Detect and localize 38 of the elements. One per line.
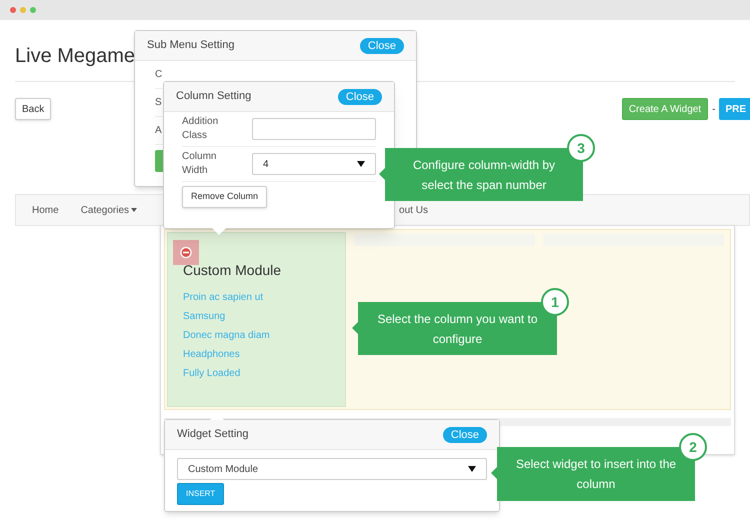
field-label: Addition Class [182,115,220,143]
widget-select[interactable]: Custom Module [177,458,487,480]
callout-text: Configure column-width by select the span number [412,156,556,194]
empty-column[interactable] [354,234,535,246]
popup-title: Widget Setting [177,427,249,442]
module-link[interactable]: Donec magna diam [183,330,270,341]
close-button[interactable]: Close [442,426,487,442]
module-link[interactable]: Fully Loaded [183,368,240,379]
remove-column-button[interactable]: Remove Column [182,186,268,208]
popup-title: Sub Menu Setting [147,38,234,54]
field-label: S [155,96,162,110]
module-link[interactable]: Samsung [183,311,226,322]
close-button[interactable]: Close [360,38,404,54]
module-link[interactable]: Proin ac sapien ut [183,292,264,303]
insert-button[interactable]: INSERT [177,483,224,505]
field-label: Column Width [182,150,218,178]
nav-item[interactable]: Home [32,202,59,218]
close-button[interactable]: Close [338,88,382,104]
selected-column[interactable]: Custom Module Proin ac sapien ut Samsung Donec magna diam Headphones Fully Loaded [167,232,346,407]
callout-text: Select widget to insert into the column [514,456,678,493]
caret-icon [357,161,365,167]
create-widget-button[interactable]: Create A Widget [622,98,708,120]
caret-icon [468,466,476,472]
column-width-select[interactable]: 4 [252,153,376,175]
nav-item[interactable]: out Us [399,202,428,218]
callout-text: Select the column you want to configure [376,310,539,348]
field-label: A [155,124,162,138]
preview-button[interactable]: PRE [719,98,750,120]
field-label: C [155,68,162,82]
step-number: 3 [567,134,595,162]
module-link[interactable]: Headphones [183,349,240,360]
popup-title: Column Setting [176,89,252,104]
module-title: Custom Module [183,261,282,280]
nav-item[interactable]: Categories [80,202,138,218]
back-button[interactable]: Back [15,98,52,120]
input-field[interactable] [252,118,376,140]
remove-icon[interactable] [173,240,199,265]
separator-text: - [712,102,716,116]
